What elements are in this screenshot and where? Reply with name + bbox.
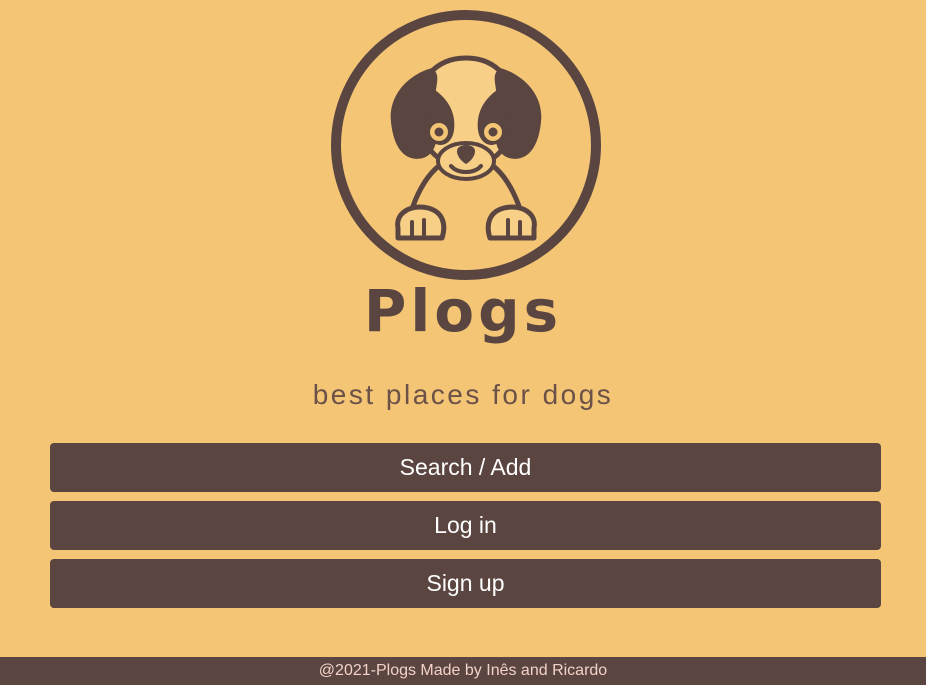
brand-title: Plogs xyxy=(363,277,563,345)
footer-text: @2021-Plogs Made by Inês and Ricardo xyxy=(318,662,608,679)
login-button[interactable]: Log in xyxy=(50,501,881,550)
footer: @2021-Plogs Made by Inês and Ricardo xyxy=(0,657,926,685)
brand-tagline: best places for dogs xyxy=(312,379,614,410)
primary-actions: Search / Add Log in Sign up xyxy=(50,443,881,608)
hero-section: Plogs best places for dogs xyxy=(0,0,926,420)
signup-button[interactable]: Sign up xyxy=(50,559,881,608)
search-add-button[interactable]: Search / Add xyxy=(50,443,881,492)
dog-logo-icon xyxy=(331,10,601,280)
